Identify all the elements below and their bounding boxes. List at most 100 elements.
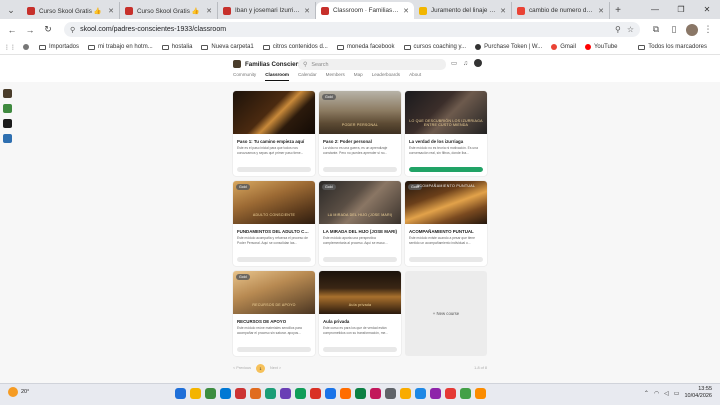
course-card[interactable]: Gold LA MIRADA DEL HIJO (JOSE MARI) LA MIR… [319, 181, 401, 266]
chat-icon[interactable]: ▭ [451, 59, 457, 67]
taskbar-app-icon[interactable] [280, 388, 291, 399]
close-tab-icon[interactable]: ✕ [108, 7, 114, 15]
bookmark-item[interactable]: citros contenidos d... [262, 44, 328, 50]
taskbar-app-icon[interactable] [205, 388, 216, 399]
battery-icon[interactable]: ▭ [674, 390, 680, 397]
taskbar-app-icon[interactable] [355, 388, 366, 399]
clock[interactable]: 13:55 10/04/2026 [684, 386, 712, 400]
taskbar-app-icon[interactable] [415, 388, 426, 399]
group-icon[interactable] [3, 89, 12, 98]
prev-page-button[interactable]: < Previous [233, 366, 251, 370]
browser-tab[interactable]: cambio de numero de telé...✕ [512, 2, 610, 19]
apps-icon[interactable]: ⋮⋮ [4, 44, 16, 51]
group-icon[interactable] [3, 104, 12, 113]
taskbar-app-icon[interactable] [220, 388, 231, 399]
taskbar-app-icon[interactable] [235, 388, 246, 399]
bell-icon[interactable]: ♫ [463, 60, 468, 67]
next-page-button[interactable]: Next > [270, 366, 281, 370]
close-window-icon[interactable]: ✕ [694, 0, 720, 19]
reload-icon[interactable]: ↻ [40, 22, 56, 38]
address-bar[interactable]: ⚲ skool.com/padres-conscientes-1933/clas… [64, 22, 640, 37]
course-card[interactable]: Gold PODER PERSONAL Paso 2: Poder personal… [319, 91, 401, 176]
sidepanel-icon[interactable]: ▯ [666, 22, 682, 38]
taskbar-app-icon[interactable] [310, 388, 321, 399]
bookmarks-bar: ⋮⋮ Importados mi trabajo en hotm... hostal… [0, 40, 720, 55]
course-card[interactable]: Paso 1: Tu camino empieza aquí Este es el… [233, 91, 315, 176]
page-number-current[interactable]: 1 [256, 363, 266, 373]
taskbar-app-icon[interactable] [340, 388, 351, 399]
nav-tab-members[interactable]: Members [326, 72, 345, 81]
bookmark-item[interactable]: Nueva carpeta1 [201, 44, 254, 50]
bookmark-item[interactable]: Importados [39, 44, 79, 50]
back-icon[interactable]: ← [4, 22, 20, 38]
browser-tab[interactable]: Iban y josemari Izurriaga ✕ [218, 2, 316, 19]
all-bookmarks-folder[interactable]: Todos los marcadores [638, 44, 707, 50]
minimize-icon[interactable]: — [642, 0, 668, 19]
course-card[interactable]: LO QUE DESCUBRIÓN LOS IZURRIAGA ENTRE CU… [405, 91, 487, 176]
new-tab-button[interactable]: + [610, 2, 626, 19]
new-course-button[interactable]: + New course [405, 271, 487, 356]
bookmark-item[interactable]: hostalia [161, 44, 192, 50]
course-card[interactable]: Gold ADULTO CONSCIENTE FUNDAMENTOS DEL ADU… [233, 181, 315, 266]
profile-avatar[interactable] [686, 23, 698, 36]
close-tab-icon[interactable]: ✕ [206, 7, 212, 15]
bookmark-item[interactable]: moneda facebook [336, 44, 395, 50]
nav-tab-classroom[interactable]: Classroom [265, 72, 289, 81]
close-tab-icon[interactable]: ✕ [500, 7, 506, 15]
taskbar-app-icon[interactable] [460, 388, 471, 399]
wifi-icon[interactable]: ◠ [654, 390, 659, 397]
volume-icon[interactable]: ◁ [664, 390, 669, 397]
user-avatar[interactable] [474, 59, 483, 67]
browser-tab[interactable]: Classroom · Familias Cons...✕ [316, 2, 414, 19]
menu-icon[interactable]: ⋮ [700, 22, 716, 38]
bookmark-item[interactable]: Gmail [551, 44, 576, 50]
course-card[interactable]: Gold ACOMPAÑAMIENTO PUNTUAL ACOMPAÑAMIENTO… [405, 181, 487, 266]
group-icon[interactable] [3, 119, 12, 128]
tab-search-icon[interactable]: ⌄ [3, 2, 19, 18]
course-card[interactable]: Gold RECURSOS DE APOYO RECURSOS DE APOYO Es… [233, 271, 315, 356]
taskbar-app-icon[interactable] [385, 388, 396, 399]
bookmark-star-icon[interactable]: ☆ [627, 25, 634, 34]
site-info-icon[interactable]: ⚲ [70, 26, 75, 34]
chevron-up-icon[interactable]: ⌃ [644, 390, 649, 397]
taskbar-app-icon[interactable] [475, 388, 486, 399]
taskbar-app-icon[interactable] [370, 388, 381, 399]
time-text: 13:55 [698, 386, 712, 392]
taskbar-app-icon[interactable] [190, 388, 201, 399]
nav-tab-map[interactable]: Map [354, 72, 363, 81]
search-input[interactable]: ⚲ Search [298, 59, 446, 70]
taskbar-app-icon[interactable] [265, 388, 276, 399]
taskbar-app-icon[interactable] [175, 388, 186, 399]
bookmark-item[interactable]: Purchase Token | W... [475, 44, 542, 50]
taskbar-app-icon[interactable] [445, 388, 456, 399]
bookmark-item[interactable]: cursos coaching y... [403, 44, 466, 50]
weather-widget[interactable]: 20° [8, 387, 29, 397]
tab-title: Curso Skool Gratis 👍 [39, 7, 102, 15]
taskbar-app-icon[interactable] [295, 388, 306, 399]
taskbar-app-icon[interactable] [430, 388, 441, 399]
nav-tab-leaderboards[interactable]: Leaderboards [372, 72, 400, 81]
bookmark-item[interactable]: YouTube [584, 44, 618, 50]
close-tab-icon[interactable]: ✕ [403, 7, 409, 15]
taskbar-app-icon[interactable] [250, 388, 261, 399]
taskbar-app-icon[interactable] [400, 388, 411, 399]
forward-icon[interactable]: → [22, 22, 38, 38]
browser-tab[interactable]: Curso Skool Gratis 👍 ✕ [120, 2, 218, 19]
extensions-icon[interactable]: ⧉ [648, 22, 664, 38]
chrome-icon[interactable] [23, 44, 32, 50]
browser-tab[interactable]: Juramento del linaje - Mo...✕ [414, 2, 512, 19]
zoom-icon[interactable]: ⚲ [615, 25, 621, 34]
course-card[interactable]: Aula privada Aula privada Este curso es pa… [319, 271, 401, 356]
close-tab-icon[interactable]: ✕ [598, 7, 604, 15]
close-tab-icon[interactable]: ✕ [304, 7, 310, 15]
nav-tab-about[interactable]: About [409, 72, 421, 81]
bookmark-item[interactable]: mi trabajo en hotm... [88, 44, 153, 50]
group-icon[interactable] [3, 134, 12, 143]
maximize-icon[interactable]: ❐ [668, 0, 694, 19]
search-placeholder: Search [311, 61, 329, 68]
progress-bar: 0% [237, 167, 311, 172]
taskbar-app-icon[interactable] [325, 388, 336, 399]
nav-tab-community[interactable]: Community [233, 72, 256, 81]
browser-tab[interactable]: Curso Skool Gratis 👍 ✕ [22, 2, 120, 19]
nav-tab-calendar[interactable]: Calendar [298, 72, 317, 81]
